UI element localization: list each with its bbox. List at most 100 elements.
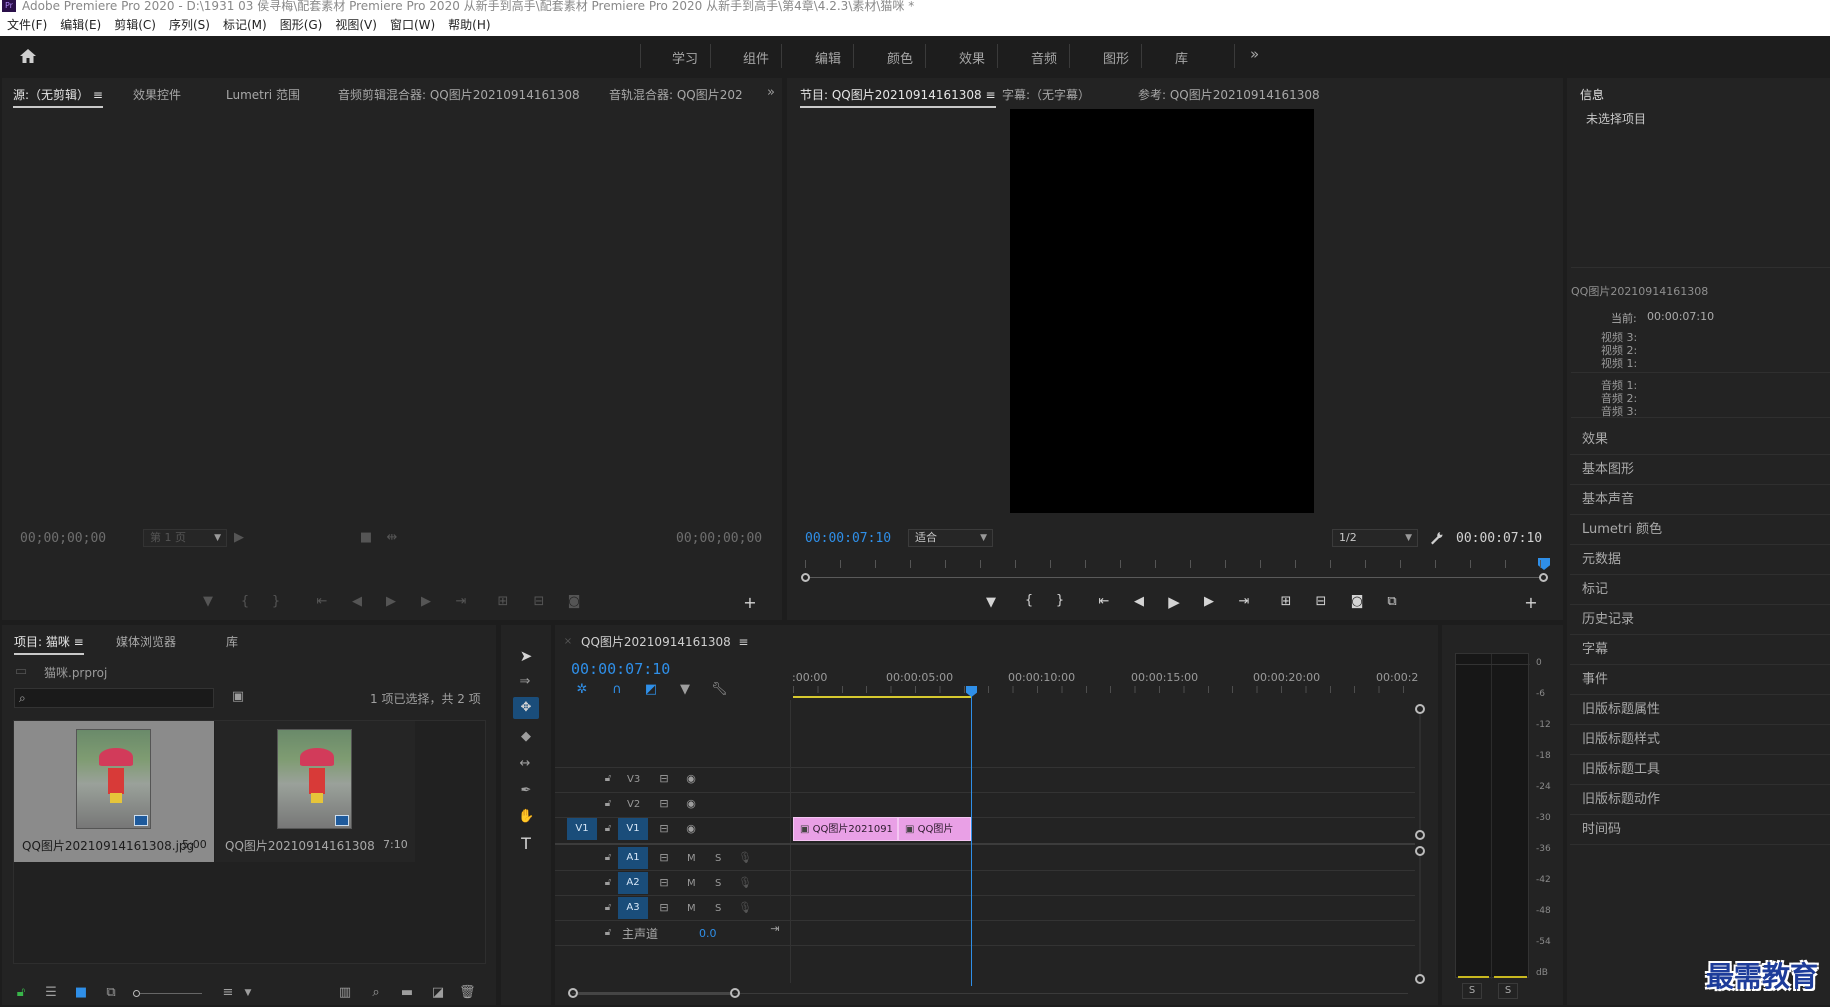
program-add-marker-icon[interactable]: ▼ — [983, 596, 999, 610]
a2-sync-icon[interactable]: ⊟ — [656, 876, 672, 890]
program-extract-icon[interactable]: ⊟ — [1313, 595, 1329, 609]
source-step-back-icon[interactable]: ◀ — [349, 595, 365, 609]
tab-lumetri-scopes[interactable]: Lumetri 范围 — [226, 86, 300, 103]
v3-lock-icon[interactable]: 🔓︎ — [600, 772, 616, 786]
track-v1-label[interactable]: V1 — [618, 818, 648, 840]
a2-solo-button[interactable]: S — [715, 878, 721, 889]
panel-essential-sound[interactable]: 基本声音 — [1570, 485, 1830, 515]
v3-eye-icon[interactable]: ◉ — [683, 772, 699, 786]
track-v2-label[interactable]: V2 — [627, 799, 640, 810]
nest-icon[interactable]: ✲ — [574, 683, 590, 697]
timeline-clip[interactable]: ▣ QQ图片 — [898, 817, 971, 841]
source-mark-out-icon[interactable]: } — [268, 595, 284, 609]
timeline-horizontal-thumb[interactable] — [578, 992, 730, 995]
a1-voiceover-icon[interactable]: 🎙︎ — [737, 851, 753, 865]
timeline-settings-icon[interactable]: 🔧︎ — [711, 683, 728, 697]
audio-scroll-handle-top[interactable] — [1415, 846, 1425, 856]
program-zoom-handle-left[interactable] — [801, 573, 810, 582]
source-page-select[interactable]: 第 1 页 ▼ — [143, 529, 227, 547]
video-scroll-handle-top[interactable] — [1415, 704, 1425, 714]
selection-tool-icon[interactable]: ➤ — [518, 649, 534, 664]
panel-legacy-title-properties[interactable]: 旧版标题属性 — [1570, 695, 1830, 725]
a3-solo-button[interactable]: S — [715, 903, 721, 914]
zoom-slider-handle[interactable] — [133, 990, 140, 997]
track-a1-label[interactable]: A1 — [618, 847, 648, 869]
track-a2-label[interactable]: A2 — [618, 872, 648, 894]
master-volume-value[interactable]: 0.0 — [699, 927, 717, 940]
program-add-button-icon[interactable]: + — [1523, 595, 1539, 611]
source-overwrite-icon[interactable]: ⊟ — [531, 595, 547, 609]
lock-icon[interactable]: 🔓︎ — [13, 986, 29, 1000]
work-area-bar[interactable] — [793, 696, 971, 698]
freeform-view-icon[interactable]: ⧉ — [103, 986, 119, 1000]
v1-sync-icon[interactable]: ⊟ — [656, 822, 672, 836]
v1-eye-icon[interactable]: ◉ — [683, 822, 699, 836]
menu-help[interactable]: 帮助(H) — [448, 14, 490, 36]
program-play-icon[interactable]: ▶ — [1166, 595, 1182, 610]
a3-mute-button[interactable]: M — [687, 903, 696, 914]
a2-mute-button[interactable]: M — [687, 878, 696, 889]
source-play-icon[interactable]: ▶ — [383, 595, 399, 609]
workspace-editing[interactable]: 编辑 — [815, 48, 841, 67]
source-go-to-out-icon[interactable]: ⇥ — [453, 595, 469, 609]
v1-lock-icon[interactable]: 🔓︎ — [600, 822, 616, 836]
timeline-marker-icon[interactable]: ▼ — [677, 683, 693, 697]
menu-sequence[interactable]: 序列(S) — [169, 14, 210, 36]
audio-scrollbar[interactable] — [1419, 856, 1421, 976]
master-lock-icon[interactable]: 🔓︎ — [600, 926, 616, 940]
a3-sync-icon[interactable]: ⊟ — [656, 901, 672, 915]
menu-file[interactable]: 文件(F) — [7, 14, 47, 36]
timeline-timecode[interactable]: 00:00:07:10 — [571, 660, 670, 678]
track-a3-label[interactable]: A3 — [618, 897, 648, 919]
source-step-forward-icon[interactable]: ▶ — [418, 595, 434, 609]
icon-view-icon[interactable]: ■ — [73, 986, 89, 1000]
menu-marker[interactable]: 标记(M) — [223, 14, 267, 36]
clear-icon[interactable]: 🗑︎ — [459, 986, 476, 1000]
home-icon[interactable] — [19, 48, 37, 64]
tab-project[interactable]: 项目: 猫咪 ≡ — [14, 633, 84, 655]
source-mark-in-icon[interactable]: { — [237, 595, 253, 609]
new-bin-icon[interactable]: ▬ — [399, 986, 415, 1000]
project-item-image[interactable]: QQ图片20210914161308.jpg 5:00 — [14, 721, 214, 862]
v2-lock-icon[interactable]: 🔓︎ — [600, 797, 616, 811]
playback-resolution-select[interactable]: 1/2 ▼ — [1332, 529, 1418, 547]
panel-captions[interactable]: 字幕 — [1570, 635, 1830, 665]
tab-program[interactable]: 节目: QQ图片20210914161308 ≡ — [800, 86, 996, 108]
v2-eye-icon[interactable]: ◉ — [683, 797, 699, 811]
program-lift-icon[interactable]: ⊞ — [1278, 595, 1294, 609]
sort-dropdown-icon[interactable]: ▼ — [240, 986, 256, 1000]
menu-graphics[interactable]: 图形(G) — [280, 14, 323, 36]
tab-libraries[interactable]: 库 — [226, 633, 238, 650]
workspace-color[interactable]: 颜色 — [887, 48, 913, 67]
panel-effects[interactable]: 效果 — [1570, 425, 1830, 455]
more-workspaces-icon[interactable]: » — [1250, 45, 1259, 63]
program-step-forward-icon[interactable]: ▶ — [1201, 595, 1217, 609]
tab-source[interactable]: 源:（无剪辑） ≡ — [13, 86, 103, 108]
timeline-clip[interactable]: ▣ QQ图片2021091 — [793, 817, 898, 841]
tab-media-browser[interactable]: 媒体浏览器 — [116, 633, 176, 650]
a1-solo-button[interactable]: S — [715, 853, 721, 864]
fit-select[interactable]: 适合 ▼ — [908, 529, 993, 547]
panel-markers[interactable]: 标记 — [1570, 575, 1830, 605]
a2-voiceover-icon[interactable]: 🎙︎ — [737, 876, 753, 890]
panel-history[interactable]: 历史记录 — [1570, 605, 1830, 635]
new-item-icon[interactable]: ◪ — [430, 986, 446, 1000]
program-timecode-left[interactable]: 00:00:07:10 — [805, 531, 891, 546]
hand-tool-icon[interactable]: ✋ — [518, 810, 534, 824]
source-drop-icon[interactable]: ■ — [358, 531, 374, 545]
menu-edit[interactable]: 编辑(E) — [60, 14, 101, 36]
program-go-to-out-icon[interactable]: ⇥ — [1236, 595, 1252, 609]
tab-audio-track-mixer[interactable]: 音轨混合器: QQ图片202 — [609, 86, 743, 103]
info-panel-title[interactable]: 信息 — [1580, 86, 1604, 103]
program-mark-out-icon[interactable]: } — [1052, 594, 1068, 608]
workspace-assembly[interactable]: 组件 — [743, 48, 769, 67]
timeline-zoom-handle-right[interactable] — [730, 988, 740, 998]
v2-sync-icon[interactable]: ⊟ — [656, 797, 672, 811]
panel-timecode[interactable]: 时间码 — [1570, 815, 1830, 845]
track-v3-label[interactable]: V3 — [627, 774, 640, 785]
audio-scroll-handle-bottom[interactable] — [1415, 974, 1425, 984]
workspace-learn[interactable]: 学习 — [672, 48, 698, 67]
ripple-edit-tool-icon[interactable]: ✥ — [518, 701, 534, 715]
pen-tool-icon[interactable]: ✒ — [518, 784, 534, 798]
list-view-icon[interactable]: ☰ — [43, 986, 59, 1000]
